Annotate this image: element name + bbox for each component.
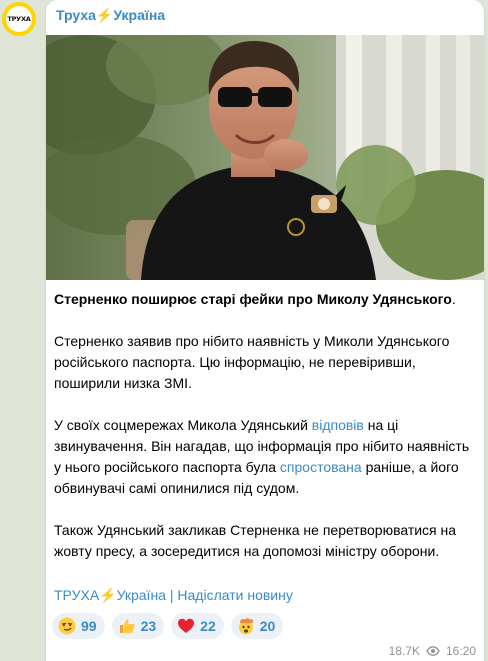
post-paragraph-2: У своїх соцмережах Микола Удянський відп… — [54, 415, 476, 499]
reaction-count: 20 — [259, 618, 276, 634]
message-bubble: Труха⚡Україна Стерненко поширює старі фе… — [46, 0, 484, 661]
channel-avatar-text: ТРУХА — [6, 6, 32, 32]
footer-links: ТРУХА⚡Україна | Надіслати новину — [54, 585, 293, 606]
channel-name[interactable]: Труха⚡Україна — [56, 7, 165, 24]
reaction-exploding-head[interactable]: 20 — [230, 613, 284, 639]
reaction-thumbs-up[interactable]: 23 — [111, 613, 165, 639]
reactions-bar: 99 23 22 20 — [52, 613, 284, 639]
reaction-smirk[interactable]: 99 — [52, 613, 105, 639]
post-headline: Стерненко поширює старі фейки про Миколу… — [54, 291, 452, 307]
paragraph-2-text-a: У своїх соцмережах Микола Удянський — [54, 417, 312, 433]
post-headline-end: . — [451, 291, 456, 307]
message-time: 16:20 — [445, 644, 476, 658]
channel-footer-link-b: Україна — [116, 587, 166, 603]
reaction-count: 99 — [81, 618, 97, 634]
photo-of-man-in-sunglasses — [46, 35, 484, 280]
smirk-emoji-icon — [58, 617, 76, 635]
channel-footer-link[interactable]: ТРУХА⚡Україна — [54, 587, 166, 603]
footer-lightning-icon: ⚡ — [99, 587, 117, 603]
footer-separator: | — [165, 587, 178, 603]
reaction-heart[interactable]: 22 — [171, 613, 224, 639]
refuted-link[interactable]: спростована — [280, 459, 362, 475]
eye-icon — [426, 646, 440, 656]
thumbs-up-emoji-icon — [119, 619, 135, 633]
post-text: Стерненко поширює старі фейки про Миколу… — [54, 289, 476, 562]
post-paragraph-1: Стерненко заявив про нібито наявність у … — [54, 333, 450, 391]
channel-avatar[interactable]: ТРУХА — [2, 2, 36, 36]
responded-link[interactable]: відповів — [312, 417, 364, 433]
view-count: 18.7K — [388, 644, 420, 658]
post-photo[interactable] — [46, 35, 484, 280]
red-heart-emoji-icon — [178, 618, 195, 633]
channel-footer-link-a: ТРУХА — [54, 587, 100, 603]
post-paragraph-3: Також Удянський закликав Стерненка не пе… — [54, 522, 457, 559]
channel-name-part1: Труха — [56, 7, 96, 23]
exploding-head-emoji-icon — [238, 618, 253, 635]
post-headline-paragraph: Стерненко поширює старі фейки про Миколу… — [54, 289, 476, 310]
message-meta: 18.7K 16:20 — [389, 644, 476, 658]
reaction-count: 23 — [140, 618, 157, 634]
submit-news-link[interactable]: Надіслати новину — [177, 587, 292, 603]
reaction-count: 22 — [200, 618, 216, 634]
lightning-icon: ⚡ — [95, 7, 114, 23]
channel-name-part2: Україна — [113, 7, 166, 23]
